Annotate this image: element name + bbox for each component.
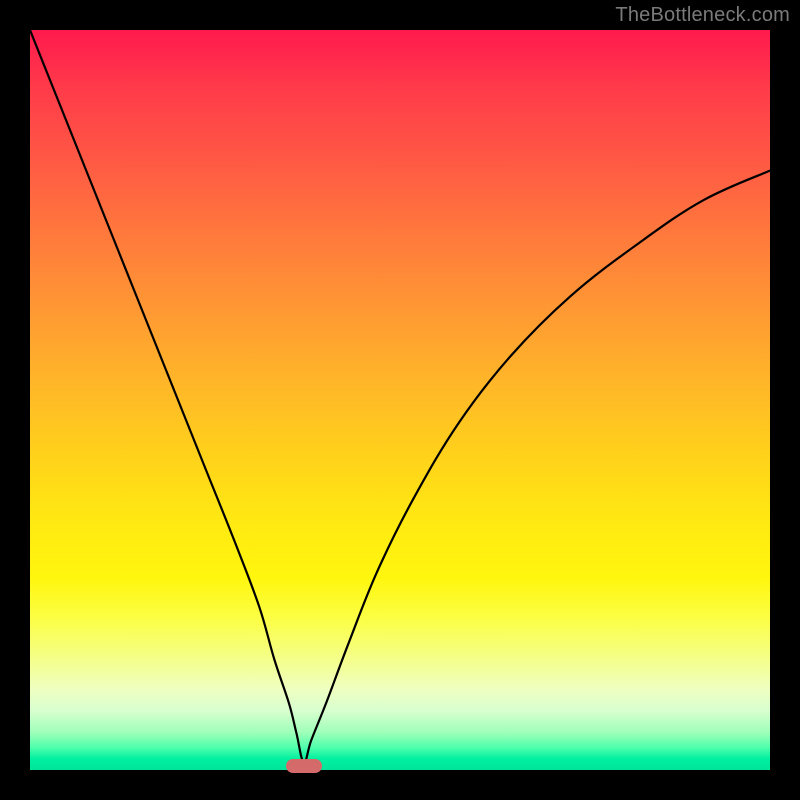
chart-frame: TheBottleneck.com: [0, 0, 800, 800]
watermark-text: TheBottleneck.com: [615, 4, 790, 27]
bottleneck-curve: [30, 30, 770, 770]
optimum-marker: [286, 759, 322, 773]
plot-area: [30, 30, 770, 770]
